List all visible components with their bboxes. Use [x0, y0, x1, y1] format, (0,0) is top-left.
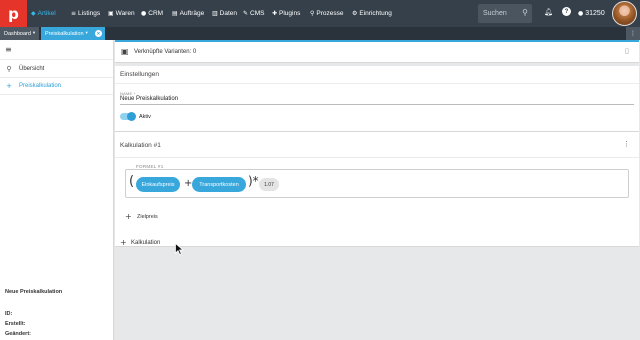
search-input[interactable]: Suchen ⚲ — [478, 4, 532, 23]
user-id-display[interactable]: ● 31250 — [578, 6, 605, 20]
sidebar: ≡ ⚲ Übersicht + Preiskalkulation Neue Pr… — [0, 40, 114, 340]
active-toggle[interactable] — [120, 112, 136, 121]
nav-label: Waren — [115, 10, 135, 17]
user-id: 31250 — [585, 9, 605, 17]
nav-einrichtung[interactable]: ⚙ Einrichtung — [352, 0, 392, 27]
nav-plugins[interactable]: ✚ Plugins — [272, 0, 300, 27]
box-icon: ▣ — [108, 10, 114, 17]
nav-cms[interactable]: ✎ CMS — [243, 0, 264, 27]
sidebar-item-label: Preiskalkulation — [19, 83, 62, 89]
name-field[interactable]: Neue Preiskalkulation — [120, 96, 178, 102]
nav-daten[interactable]: ▥ Daten — [212, 0, 237, 27]
active-label: Aktiv — [139, 114, 151, 120]
chevron-down-icon: ▾ — [85, 31, 88, 36]
mouse-cursor-icon — [175, 243, 184, 255]
toggle-knob — [127, 112, 136, 121]
tab-dashboard[interactable]: Dashboard ▾ — [0, 27, 39, 40]
name-field-underline — [120, 104, 634, 105]
people-icon: ● — [141, 10, 147, 17]
record-modified: Geändert: — [5, 331, 31, 337]
more-vertical-icon[interactable]: ⋮ — [623, 140, 630, 148]
add-calculation-button[interactable]: Kalkulation — [131, 240, 160, 246]
nav-label: CMS — [250, 10, 265, 17]
formula-chip-einkaufspreis[interactable]: Einkaufspreis — [136, 177, 180, 192]
hamburger-menu-icon[interactable]: ≡ — [5, 45, 12, 54]
plus-icon[interactable]: + — [125, 212, 132, 221]
avatar[interactable] — [612, 1, 637, 26]
app-frame: p ◆ Artikel ≡ Listings ▣ Waren ● CRM ▤ A… — [0, 0, 640, 340]
tag-icon: ◆ — [31, 10, 36, 17]
top-navigation-bar: p ◆ Artikel ≡ Listings ▣ Waren ● CRM ▤ A… — [0, 0, 640, 27]
more-vertical-icon[interactable]: ⋮ — [626, 27, 640, 40]
formula-chip-transportkosten[interactable]: Transportkosten — [192, 177, 246, 192]
calculation-title: Kalkulation #1 — [120, 142, 161, 149]
bell-icon[interactable]: 🔔︎ — [544, 8, 553, 16]
toolbar-card: ▣ Verknüpfte Varianten: 0 ▯ — [115, 40, 639, 63]
plus-icon[interactable]: + — [120, 238, 127, 247]
nav-auftraege[interactable]: ▤ Aufträge — [172, 0, 204, 27]
nav-label: Plugins — [279, 10, 301, 17]
nav-label: Listings — [78, 10, 101, 17]
formula-factor-chip[interactable]: 1.07 — [259, 178, 279, 191]
nav-listings[interactable]: ≡ Listings — [71, 0, 100, 27]
settings-title: Einstellungen — [120, 71, 160, 78]
sidebar-item-preiskalkulation[interactable]: + Preiskalkulation — [0, 77, 113, 95]
tab-bar: Dashboard ▾ Preiskalkulation ▾ × ⋮ — [0, 27, 640, 40]
puzzle-icon: ✚ — [272, 10, 278, 17]
tab-label: Dashboard — [4, 30, 31, 37]
process-icon: ⚲ — [310, 10, 315, 17]
nav-label: Prozesse — [316, 10, 344, 17]
help-icon[interactable]: ? — [562, 7, 571, 16]
open-paren: ( — [129, 174, 135, 189]
trash-icon[interactable]: ▯ — [625, 47, 629, 55]
nav-waren[interactable]: ▣ Waren — [108, 0, 135, 27]
record-info: Neue Preiskalkulation ID: Erstellt: Geän… — [5, 289, 62, 339]
chevron-down-icon: ▾ — [32, 31, 36, 36]
linked-variants-label: Verknüpfte Varianten: 0 — [134, 49, 197, 55]
record-id: ID: — [5, 311, 13, 317]
search-placeholder: Suchen — [483, 10, 507, 17]
nav-prozesse[interactable]: ⚲ Prozesse — [310, 0, 344, 27]
nav-label: Artikel — [37, 10, 56, 17]
plus-icon: + — [6, 82, 12, 90]
gear-icon: ⚙ — [352, 10, 358, 17]
tab-label: Preiskalkulation — [45, 30, 84, 37]
nav-label: Aufträge — [179, 10, 205, 17]
cms-icon: ✎ — [243, 10, 249, 17]
list-icon: ≡ — [71, 10, 77, 17]
record-created: Erstellt: — [5, 321, 26, 327]
nav-label: CRM — [148, 10, 164, 17]
save-icon[interactable]: ▣ — [121, 47, 129, 56]
divider — [115, 157, 639, 158]
nav-artikel[interactable]: ◆ Artikel — [31, 0, 56, 27]
search-icon: ⚲ — [522, 8, 528, 17]
plentymarkets-logo[interactable]: p — [0, 0, 27, 27]
main-content: ▣ Verknüpfte Varianten: 0 ▯ Einstellunge… — [115, 40, 640, 340]
formula-label: FORMEL #1 — [133, 164, 167, 169]
nav-label: Daten — [219, 10, 238, 17]
nav-crm[interactable]: ● CRM — [141, 0, 163, 27]
calculation-card: Kalkulation #1 ⋮ FORMEL #1 ( Einkaufspre… — [115, 131, 639, 247]
cart-icon: ▤ — [172, 10, 178, 17]
add-target-price[interactable]: Zielpreis — [137, 214, 158, 220]
divider — [115, 83, 639, 84]
close-icon[interactable]: × — [95, 30, 102, 37]
nav-label: Einrichtung — [359, 10, 392, 17]
sidebar-item-uebersicht[interactable]: ⚲ Übersicht — [0, 59, 113, 77]
sidebar-item-label: Übersicht — [19, 65, 45, 72]
close-paren-multiply: )* — [248, 174, 259, 188]
record-title: Neue Preiskalkulation — [5, 289, 63, 295]
user-icon: ● — [578, 9, 584, 17]
search-icon: ⚲ — [6, 64, 12, 73]
data-icon: ▥ — [212, 10, 218, 17]
